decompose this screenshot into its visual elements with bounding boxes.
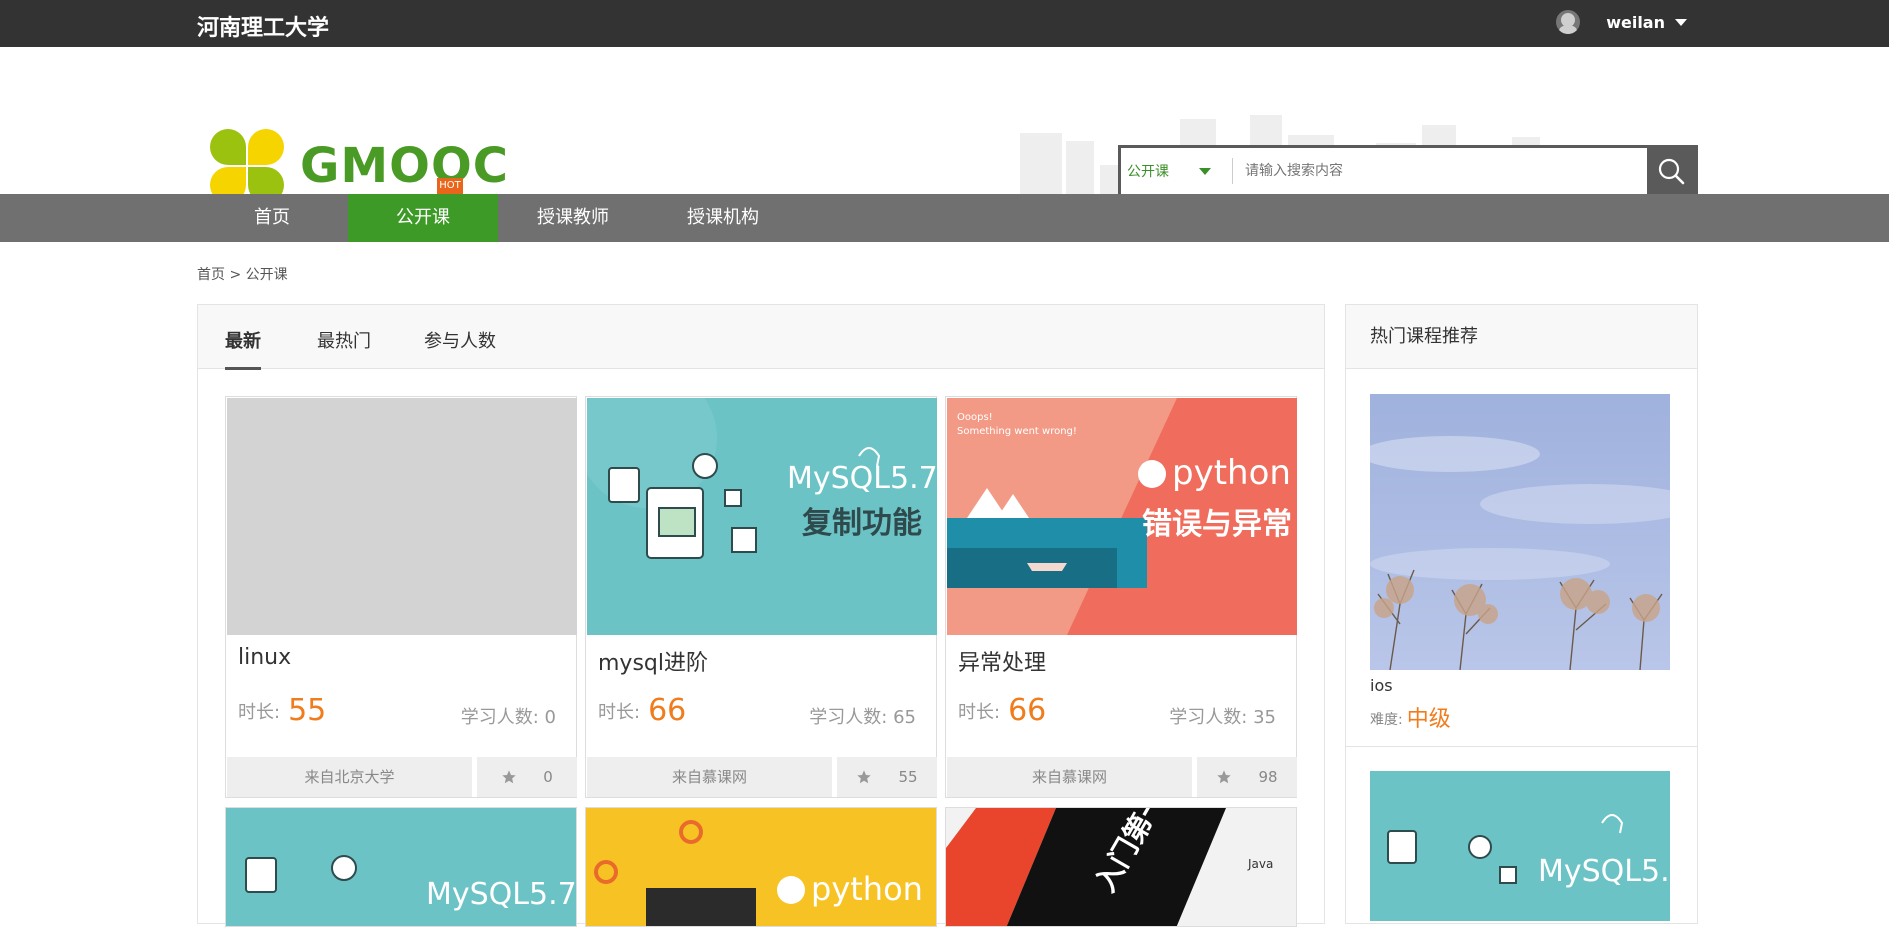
course-card[interactable]: MySQL5.7 — [225, 807, 577, 927]
sort-tabs: 最新 最热门 参与人数 — [198, 305, 1324, 370]
java-thumbnail-image: 入门第一季 Java — [946, 808, 1296, 926]
svg-text:Something went wrong!: Something went wrong! — [957, 426, 1077, 437]
sky-trees-image — [1370, 394, 1670, 670]
mysql-thumbnail-image: MySQL5.7 — [1370, 771, 1670, 921]
course-title[interactable]: 异常处理 — [958, 645, 1046, 677]
search-category-select[interactable]: 公开课 — [1121, 158, 1233, 184]
tab-latest[interactable]: 最新 — [225, 327, 261, 370]
search-input[interactable] — [1233, 148, 1647, 194]
hot-courses-sidebar: 热门课程推荐 ios 难度: 中级 MySQL5. — [1345, 304, 1698, 924]
clover-logo-icon — [210, 129, 284, 194]
svg-text:复制功能: 复制功能 — [802, 506, 922, 541]
course-card[interactable]: MySQL5.7 复制功能 mysql进阶 时长: 66 学习人数: 65 来自慕… — [585, 396, 937, 798]
python-thumbnail-image: Ooops! Something went wrong! python 错误与异… — [947, 398, 1297, 635]
tab-participants[interactable]: 参与人数 — [424, 327, 496, 367]
svg-text:python: python — [1172, 453, 1291, 493]
search-bar: 公开课 — [1118, 145, 1698, 194]
brand-name: GMOOC — [300, 138, 509, 194]
star-icon — [1217, 770, 1232, 784]
caret-down-icon[interactable] — [1675, 18, 1687, 26]
course-learners: 学习人数: 65 — [809, 707, 916, 728]
nav-item-home[interactable]: 首页 — [197, 194, 347, 242]
svg-text:MySQL5.7: MySQL5.7 — [426, 877, 577, 912]
site-header: GMOOC 公开课 — [0, 47, 1889, 194]
user-menu[interactable]: weilan — [1556, 10, 1687, 34]
star-icon — [857, 770, 872, 784]
recommended-course[interactable]: MySQL5.7 — [1370, 771, 1670, 921]
university-name: 河南理工大学 — [197, 16, 330, 41]
search-category-label: 公开课 — [1127, 164, 1169, 180]
main-nav: 首页 公开课 授课教师 授课机构 HOT — [0, 178, 1889, 242]
username[interactable]: weilan — [1606, 13, 1665, 32]
course-title[interactable]: mysql进阶 — [598, 645, 708, 677]
svg-text:Ooops!: Ooops! — [957, 412, 993, 423]
svg-text:Java: Java — [1247, 857, 1273, 871]
course-footer: 来自慕课网 55 — [587, 757, 937, 797]
search-icon — [1658, 158, 1685, 185]
nav-item-organizations[interactable]: 授课机构 — [648, 194, 798, 242]
course-title[interactable]: linux — [238, 645, 291, 670]
breadcrumb: 首页 > 公开课 — [197, 264, 288, 284]
course-card[interactable]: Ooops! Something went wrong! python 错误与异… — [945, 396, 1297, 798]
breadcrumb-separator: > — [229, 267, 242, 283]
top-bar: 河南理工大学 weilan — [0, 0, 1889, 47]
tab-hottest[interactable]: 最热门 — [317, 327, 371, 367]
favorite-button[interactable]: 98 — [1197, 757, 1297, 797]
nav-item-teachers[interactable]: 授课教师 — [498, 194, 648, 242]
nav-item-open-courses[interactable]: 公开课 — [348, 194, 498, 242]
course-thumbnail[interactable]: MySQL5.7 复制功能 — [587, 398, 937, 635]
course-list-panel: 最新 最热门 参与人数 linux 时长: 55 学习人数: 0 来自北京大学 0 — [197, 304, 1325, 927]
course-duration: 时长: 66 — [598, 693, 687, 728]
breadcrumb-home[interactable]: 首页 — [197, 267, 225, 283]
course-duration: 时长: 55 — [238, 693, 327, 728]
svg-text:MySQL5.7: MySQL5.7 — [787, 461, 937, 496]
favorite-count: 0 — [543, 768, 553, 786]
recommended-course-thumbnail[interactable] — [1370, 394, 1670, 670]
breadcrumb-current: 公开课 — [245, 267, 288, 283]
search-button[interactable] — [1647, 148, 1695, 194]
mysql-thumbnail-image: MySQL5.7 复制功能 — [587, 398, 937, 635]
course-footer: 来自慕课网 98 — [947, 757, 1297, 797]
python-thumbnail-image: python — [586, 808, 936, 926]
recommended-course[interactable]: ios 难度: 中级 — [1370, 394, 1670, 733]
favorite-count: 98 — [1258, 768, 1278, 786]
course-card[interactable]: linux 时长: 55 学习人数: 0 来自北京大学 0 — [225, 396, 577, 798]
mysql-thumbnail-image: MySQL5.7 — [226, 808, 577, 926]
course-learners: 学习人数: 35 — [1169, 707, 1276, 728]
course-duration: 时长: 66 — [958, 693, 1047, 728]
sidebar-divider — [1346, 746, 1697, 747]
course-card[interactable]: python — [585, 807, 937, 927]
sidebar-title: 热门课程推荐 — [1346, 305, 1697, 369]
course-learners: 学习人数: 0 — [460, 707, 556, 728]
hot-badge: HOT — [437, 178, 463, 194]
recommended-course-name[interactable]: ios — [1370, 676, 1670, 695]
course-card[interactable]: 入门第一季 Java — [945, 807, 1297, 927]
course-thumbnail[interactable] — [227, 398, 577, 635]
favorite-count: 55 — [898, 768, 918, 786]
site-logo[interactable]: GMOOC — [210, 129, 509, 194]
course-source[interactable]: 来自慕课网 — [947, 757, 1192, 797]
avatar[interactable] — [1556, 10, 1581, 34]
favorite-button[interactable]: 0 — [477, 757, 577, 797]
favorite-button[interactable]: 55 — [837, 757, 937, 797]
course-thumbnail[interactable]: Ooops! Something went wrong! python 错误与异… — [947, 398, 1297, 635]
course-source[interactable]: 来自北京大学 — [227, 757, 472, 797]
svg-text:错误与异常: 错误与异常 — [1142, 507, 1292, 542]
svg-text:python: python — [811, 870, 923, 908]
chevron-down-icon — [1199, 167, 1211, 175]
course-source[interactable]: 来自慕课网 — [587, 757, 832, 797]
star-icon — [502, 770, 516, 784]
recommended-course-level: 难度: 中级 — [1370, 707, 1451, 732]
svg-text:MySQL5.7: MySQL5.7 — [1538, 854, 1670, 889]
course-footer: 来自北京大学 0 — [227, 757, 577, 797]
